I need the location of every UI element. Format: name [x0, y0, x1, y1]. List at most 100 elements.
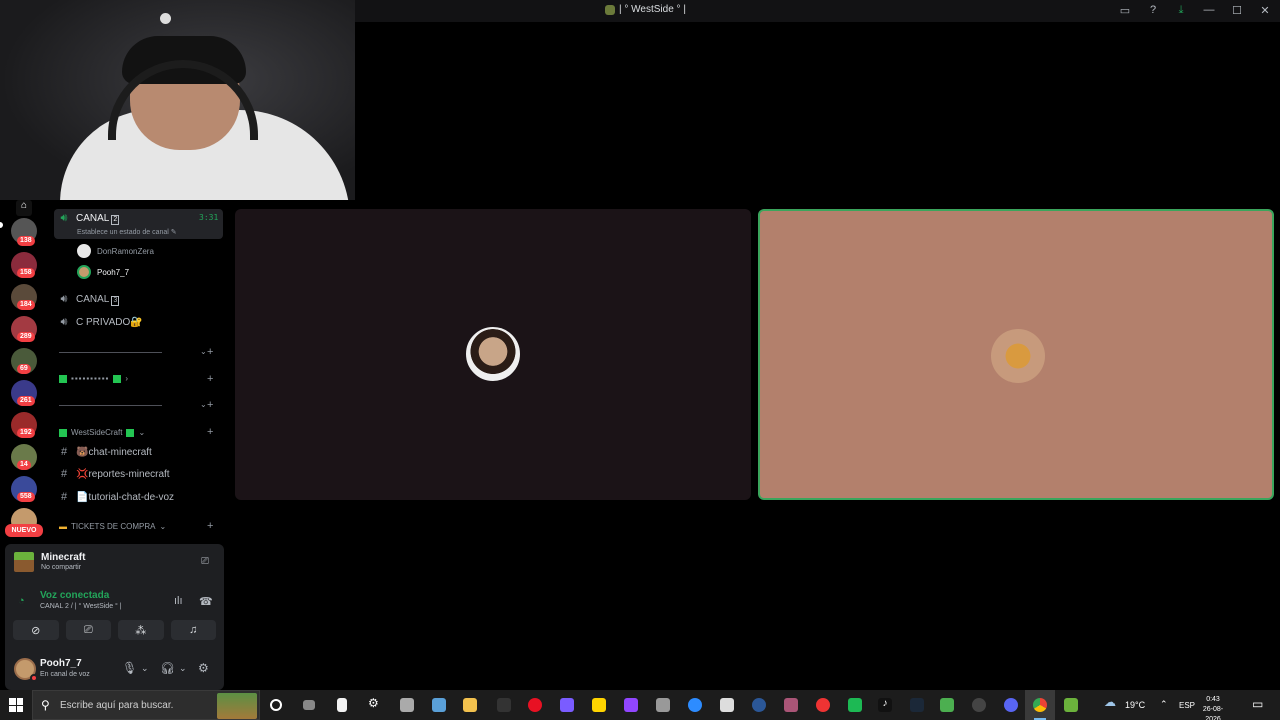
download-icon[interactable]: ⤓ [1174, 3, 1188, 17]
headphones-icon[interactable]: 🎧︎ [160, 661, 175, 675]
app-icon[interactable] [656, 698, 670, 712]
app-icon[interactable] [816, 698, 830, 712]
app-icon[interactable] [432, 698, 446, 712]
obs-icon[interactable] [972, 698, 986, 712]
channel-name: CANAL [76, 212, 110, 224]
participant-tile-speaking[interactable] [758, 209, 1274, 500]
folder-icon[interactable] [463, 698, 477, 712]
text-channel[interactable]: # 💢reportes-minecraft [58, 468, 170, 480]
clock[interactable]: 0:43 26-08-2026 [1196, 695, 1230, 720]
voice-channel-canal-3[interactable]: 🔊︎ CANAL 3 [58, 293, 120, 306]
unread-badge: 14 [17, 460, 31, 470]
share-screen-icon[interactable]: ⎚ [198, 556, 212, 568]
camera-off-button[interactable]: ⊘ [13, 620, 59, 640]
chevron-down-icon[interactable]: ⌄ [200, 400, 207, 409]
add-channel-button[interactable]: + [207, 520, 213, 532]
app-icon[interactable] [848, 698, 862, 712]
search-input[interactable]: Escribe aquí para buscar. [60, 700, 173, 711]
voice-channel-canal-2[interactable]: 🔊︎ CANAL 2 [58, 212, 120, 225]
app-icon[interactable] [784, 698, 798, 712]
maximize-icon[interactable]: ☐ [1230, 3, 1244, 17]
server-icon[interactable]: ⌂ [16, 200, 32, 216]
activity-subtitle: No compartir [41, 564, 82, 571]
task-view-icon[interactable] [303, 700, 315, 710]
minecraft-launcher-icon[interactable] [1064, 698, 1078, 712]
screen-share-button[interactable]: ⎚ [65, 620, 111, 640]
discord-icon[interactable] [1004, 698, 1018, 712]
add-channel-button[interactable]: + [207, 373, 213, 385]
voice-location[interactable]: CANAL 2 / | ° WestSide ° | [40, 603, 122, 610]
twitch-icon[interactable] [624, 698, 638, 712]
webcam-overlay [0, 0, 355, 200]
text-channel[interactable]: # 🐻chat-minecraft [58, 446, 152, 458]
activity-panel: Minecraft No compartir ⎚ [5, 544, 224, 580]
close-icon[interactable]: ✕ [1258, 3, 1272, 17]
app-icon[interactable] [560, 698, 574, 712]
inbox-icon[interactable]: ▭ [1118, 3, 1132, 17]
add-channel-button[interactable]: + [207, 426, 213, 438]
chrome-icon[interactable] [1033, 698, 1047, 712]
chevron-down-icon[interactable]: ⌄ [179, 663, 187, 674]
avatar [77, 244, 91, 258]
notifications-icon[interactable]: ▭ [1252, 697, 1263, 711]
add-channel-button[interactable]: + [207, 399, 213, 411]
category-decorated[interactable]: ▪▪▪▪▪▪▪▪▪▪ › [59, 374, 128, 383]
gear-icon[interactable]: ⚙ [368, 696, 382, 710]
taskbar-search[interactable]: ⚲ Escribe aquí para buscar. [32, 690, 260, 720]
app-icon[interactable] [497, 698, 511, 712]
microphone-icon[interactable]: 🎙︎ [122, 661, 137, 675]
unread-badge: 184 [17, 300, 35, 310]
weather-temp[interactable]: 19°C [1125, 700, 1145, 710]
add-channel-button[interactable]: + [207, 346, 213, 358]
voice-channel-private[interactable]: 🔊︎ C PRIVADO🔐 [58, 316, 143, 329]
chevron-down-icon[interactable]: ⌄ [141, 663, 149, 674]
unread-badge: 289 [17, 332, 35, 342]
app-icon[interactable] [400, 698, 414, 712]
file-icon[interactable] [337, 698, 347, 712]
windows-start-button[interactable] [9, 698, 23, 712]
unread-badge: 261 [17, 396, 35, 406]
tiktok-icon[interactable]: ♪ [878, 698, 892, 712]
avatar [77, 265, 91, 279]
minecraft-icon[interactable] [940, 698, 954, 712]
weather-icon[interactable]: ☁ [1104, 695, 1116, 709]
zoom-icon[interactable] [688, 698, 702, 712]
voice-member[interactable]: DonRamonZera [77, 244, 154, 258]
status-dot [30, 674, 38, 682]
search-icon: ⚲ [41, 698, 50, 712]
minimize-icon[interactable]: — [1202, 3, 1216, 17]
gear-icon[interactable]: ⚙ [198, 661, 209, 675]
disconnect-icon[interactable]: ☎ [199, 595, 213, 608]
app-icon[interactable] [720, 698, 734, 712]
activities-button[interactable]: ⁂ [118, 620, 164, 640]
new-badge[interactable]: NUEVO [5, 524, 43, 537]
minecraft-icon [14, 552, 34, 572]
voice-status[interactable]: Voz conectada [40, 590, 109, 601]
opera-icon[interactable] [528, 698, 542, 712]
unread-badge: 138 [17, 236, 35, 246]
category-tickets[interactable]: ▬ TICKETS DE COMPRA ⌄ [59, 522, 166, 531]
cortana-icon[interactable] [270, 699, 282, 711]
category-westsidecraft[interactable]: WestSideCraft ⌄ [59, 428, 145, 437]
avatar [466, 327, 520, 381]
channel-status-hint[interactable]: Establece un estado de canal ✎ [77, 228, 177, 236]
channel-count: 2 [111, 214, 120, 225]
voice-member[interactable]: Pooh7_7 [77, 265, 129, 279]
chevron-up-icon[interactable]: ⌃ [1160, 699, 1168, 710]
streamer-figure [60, 36, 350, 200]
title-bar: | ° WestSide ° | ▭ ? ⤓ — ☐ ✕ [355, 0, 1280, 22]
user-status: En canal de voz [40, 671, 90, 678]
steam-icon[interactable] [910, 698, 924, 712]
sticky-notes-icon[interactable] [592, 698, 606, 712]
noise-suppression-icon[interactable]: ılı [174, 595, 183, 607]
chevron-down-icon[interactable]: ⌄ [200, 347, 207, 356]
language-indicator[interactable]: ESP [1179, 701, 1195, 710]
participant-tile[interactable] [235, 209, 751, 500]
text-channel[interactable]: # 📄tutorial-chat-de-voz [58, 491, 174, 503]
app-icon[interactable] [752, 698, 766, 712]
user-panel: Minecraft No compartir ⎚ ◔ Voz conectada… [5, 544, 224, 690]
user-name[interactable]: Pooh7_7 [40, 658, 82, 669]
help-icon[interactable]: ? [1146, 3, 1160, 17]
divider [59, 405, 162, 406]
soundboard-button[interactable]: ♫ [170, 620, 216, 640]
